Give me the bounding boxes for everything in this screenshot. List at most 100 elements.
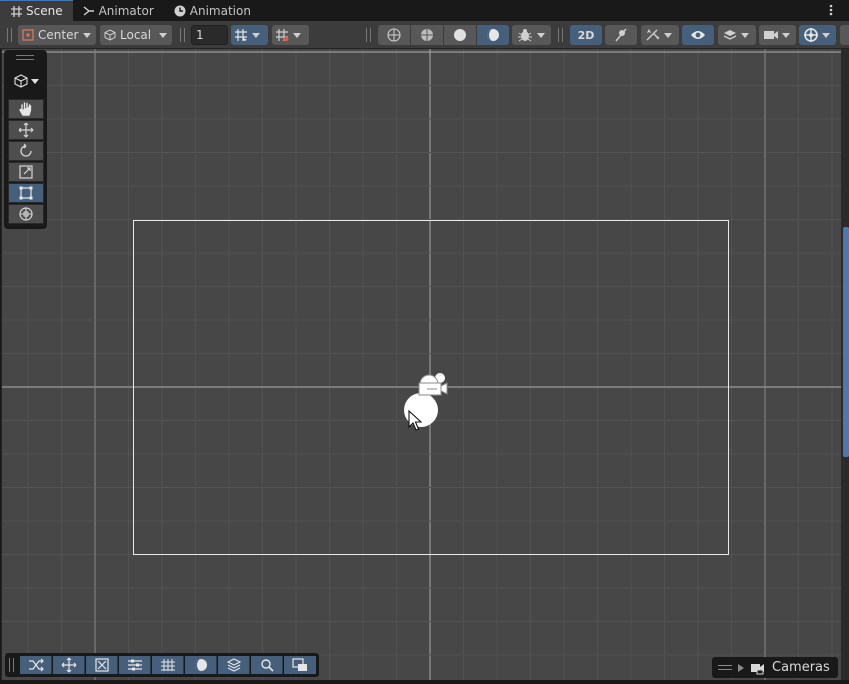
- box-cross-icon: [94, 658, 109, 672]
- mouse-cursor-icon: [408, 410, 422, 431]
- tilemap-grid-button[interactable]: [152, 656, 184, 674]
- toolbar-grip: [366, 28, 371, 42]
- rotate-icon: [20, 143, 32, 157]
- pivot-mode-dropdown[interactable]: Center: [18, 25, 96, 45]
- tab-scene[interactable]: Scene: [0, 0, 73, 21]
- tab-bar: Scene Animator Animation: [0, 0, 849, 21]
- tilemap-layers-button[interactable]: [218, 656, 250, 674]
- shaded-wireframe-button[interactable]: [411, 25, 443, 45]
- rect-transform-icon: [19, 186, 33, 200]
- grid-visibility-icon: [276, 29, 289, 42]
- search-icon: [260, 659, 274, 672]
- grid-visibility-toggle[interactable]: [272, 25, 309, 45]
- camera-icon: [764, 31, 778, 39]
- scene-camera-dropdown[interactable]: [759, 25, 796, 45]
- tab-scene-label: Scene: [26, 4, 63, 18]
- chevron-down-icon: [30, 78, 39, 84]
- chevron-down-icon: [293, 32, 301, 38]
- chevron-down-icon: [822, 32, 830, 38]
- chevron-down-icon: [537, 32, 545, 38]
- rect-tool-button[interactable]: [8, 183, 44, 203]
- tab-animator[interactable]: Animator: [73, 0, 164, 21]
- chevron-down-icon: [83, 32, 91, 38]
- grid-snapping-toggle[interactable]: [231, 25, 268, 45]
- hand-tool-button[interactable]: [8, 99, 44, 119]
- clock-icon: [174, 5, 186, 17]
- overlay-grip[interactable]: [9, 658, 14, 672]
- toolbar-grip: [558, 28, 563, 42]
- debug-draw-mode-dropdown[interactable]: [512, 25, 551, 45]
- toolbar-grip: [7, 28, 12, 42]
- camera-icon: [751, 663, 764, 674]
- cameras-label: Cameras: [772, 660, 830, 675]
- pivot-rotation-label: Local: [120, 28, 152, 42]
- unity-scene-window: Scene Animator Animation Center Local 1 …: [0, 0, 849, 684]
- shaded-button[interactable]: [444, 25, 476, 45]
- scale-icon: [19, 165, 33, 179]
- grid-snap-value-field[interactable]: 1: [191, 25, 228, 45]
- bottom-tools-overlay: [5, 653, 319, 677]
- effects-dropdown[interactable]: [641, 25, 679, 45]
- gizmos-dropdown[interactable]: [799, 25, 836, 45]
- chevron-down-icon: [664, 32, 672, 38]
- tilemap-settings-button[interactable]: [119, 656, 151, 674]
- tilemap-camera-button[interactable]: [284, 656, 316, 674]
- pivot-center-icon: [22, 29, 34, 41]
- scene-toolbar: Center Local 1 2D: [0, 21, 849, 49]
- toolbar-grip: [180, 28, 185, 42]
- wireframe-sphere-icon: [387, 28, 401, 42]
- tools-overlay: [4, 50, 47, 229]
- cameras-overlay[interactable]: Cameras: [712, 657, 838, 678]
- shaded-sphere-icon: [454, 29, 466, 41]
- move-arrows-icon: [18, 122, 34, 138]
- 2d-mode-label: 2D: [577, 28, 595, 42]
- layers-dropdown[interactable]: [718, 25, 756, 45]
- camera-gizmo-icon: [418, 373, 448, 396]
- eye-icon: [691, 31, 705, 39]
- scrollbar-thumb[interactable]: [843, 227, 849, 457]
- tilemap-search-button[interactable]: [251, 656, 283, 674]
- tilemap-fill-button[interactable]: [185, 656, 217, 674]
- move-tool-button[interactable]: [8, 120, 44, 140]
- toolbar-overflow-button[interactable]: [840, 25, 849, 45]
- grid-lines-icon: [160, 659, 175, 671]
- pivot-rotation-dropdown[interactable]: Local: [100, 25, 172, 45]
- grid-icon: [10, 5, 22, 17]
- transform-all-icon: [19, 207, 33, 221]
- chevron-down-icon: [252, 32, 260, 38]
- scene-viewport[interactable]: [1, 49, 841, 680]
- layers-icon: [723, 30, 737, 40]
- tilemap-move-button[interactable]: [53, 656, 85, 674]
- view-tool-dropdown[interactable]: [10, 70, 42, 92]
- tab-animation[interactable]: Animation: [164, 0, 261, 21]
- hand-icon: [19, 102, 32, 116]
- tilemap-random-button[interactable]: [20, 656, 52, 674]
- move-icon: [61, 657, 76, 673]
- wireframe-shading-button[interactable]: [378, 25, 410, 45]
- shuffle-icon: [28, 658, 44, 672]
- chevron-down-icon: [159, 32, 167, 38]
- local-cube-icon: [104, 29, 116, 41]
- camera-preview-icon: [292, 658, 307, 671]
- overlay-grip[interactable]: [718, 665, 732, 670]
- more-options-icon[interactable]: [827, 2, 835, 18]
- grid-snap-value: 1: [196, 28, 204, 42]
- effects-icon: [646, 28, 660, 41]
- tab-animator-label: Animator: [98, 3, 154, 18]
- light-off-icon: [615, 28, 627, 42]
- rotate-tool-button[interactable]: [8, 141, 44, 161]
- unlit-sphere-icon: [487, 29, 499, 41]
- chevron-down-icon: [782, 32, 790, 38]
- tilemap-box-fill-button[interactable]: [86, 656, 118, 674]
- pivot-mode-label: Center: [38, 28, 79, 42]
- lighting-toggle[interactable]: [605, 25, 637, 45]
- animator-icon: [83, 5, 95, 17]
- tab-animation-label: Animation: [189, 3, 251, 18]
- transform-tool-button[interactable]: [8, 204, 44, 224]
- 2d-mode-toggle[interactable]: 2D: [570, 25, 602, 45]
- unlit-shading-button[interactable]: [477, 25, 509, 45]
- overlay-drag-handle[interactable]: [16, 55, 34, 60]
- scale-tool-button[interactable]: [8, 162, 44, 182]
- chevron-right-icon[interactable]: [738, 663, 744, 672]
- scene-visibility-toggle[interactable]: [682, 25, 714, 45]
